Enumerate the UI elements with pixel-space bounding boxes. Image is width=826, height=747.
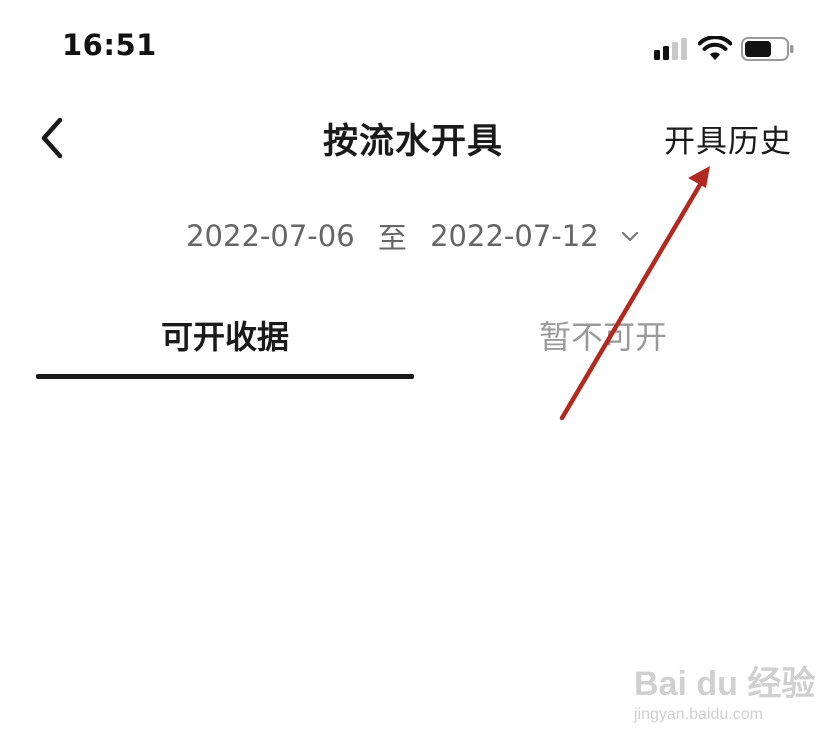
date-range-picker[interactable]: 2022-07-06 至 2022-07-12	[0, 215, 826, 257]
cellular-signal-icon	[654, 38, 687, 60]
status-time: 16:51	[62, 28, 157, 62]
navigation-bar: 按流水开具 开具历史	[0, 100, 826, 180]
issue-history-link[interactable]: 开具历史	[664, 116, 792, 161]
date-start: 2022-07-06	[186, 219, 355, 253]
watermark-logo: Bai du 经验	[634, 665, 816, 703]
watermark-url: jingyan.baidu.com	[634, 706, 763, 723]
date-end: 2022-07-12	[430, 219, 599, 253]
status-bar: 16:51	[0, 0, 826, 100]
tab-bar: 可开收据 暂不可开	[0, 300, 826, 382]
date-separator: 至	[377, 221, 407, 255]
tab-available-receipts[interactable]: 可开收据	[36, 312, 414, 358]
tab-unavailable[interactable]: 暂不可开	[414, 312, 792, 358]
wifi-icon	[698, 36, 732, 60]
battery-icon	[741, 37, 794, 61]
active-tab-indicator	[36, 374, 414, 379]
chevron-down-icon	[621, 231, 638, 242]
watermark: Bai du 经验 jingyan.baidu.com	[634, 656, 815, 736]
